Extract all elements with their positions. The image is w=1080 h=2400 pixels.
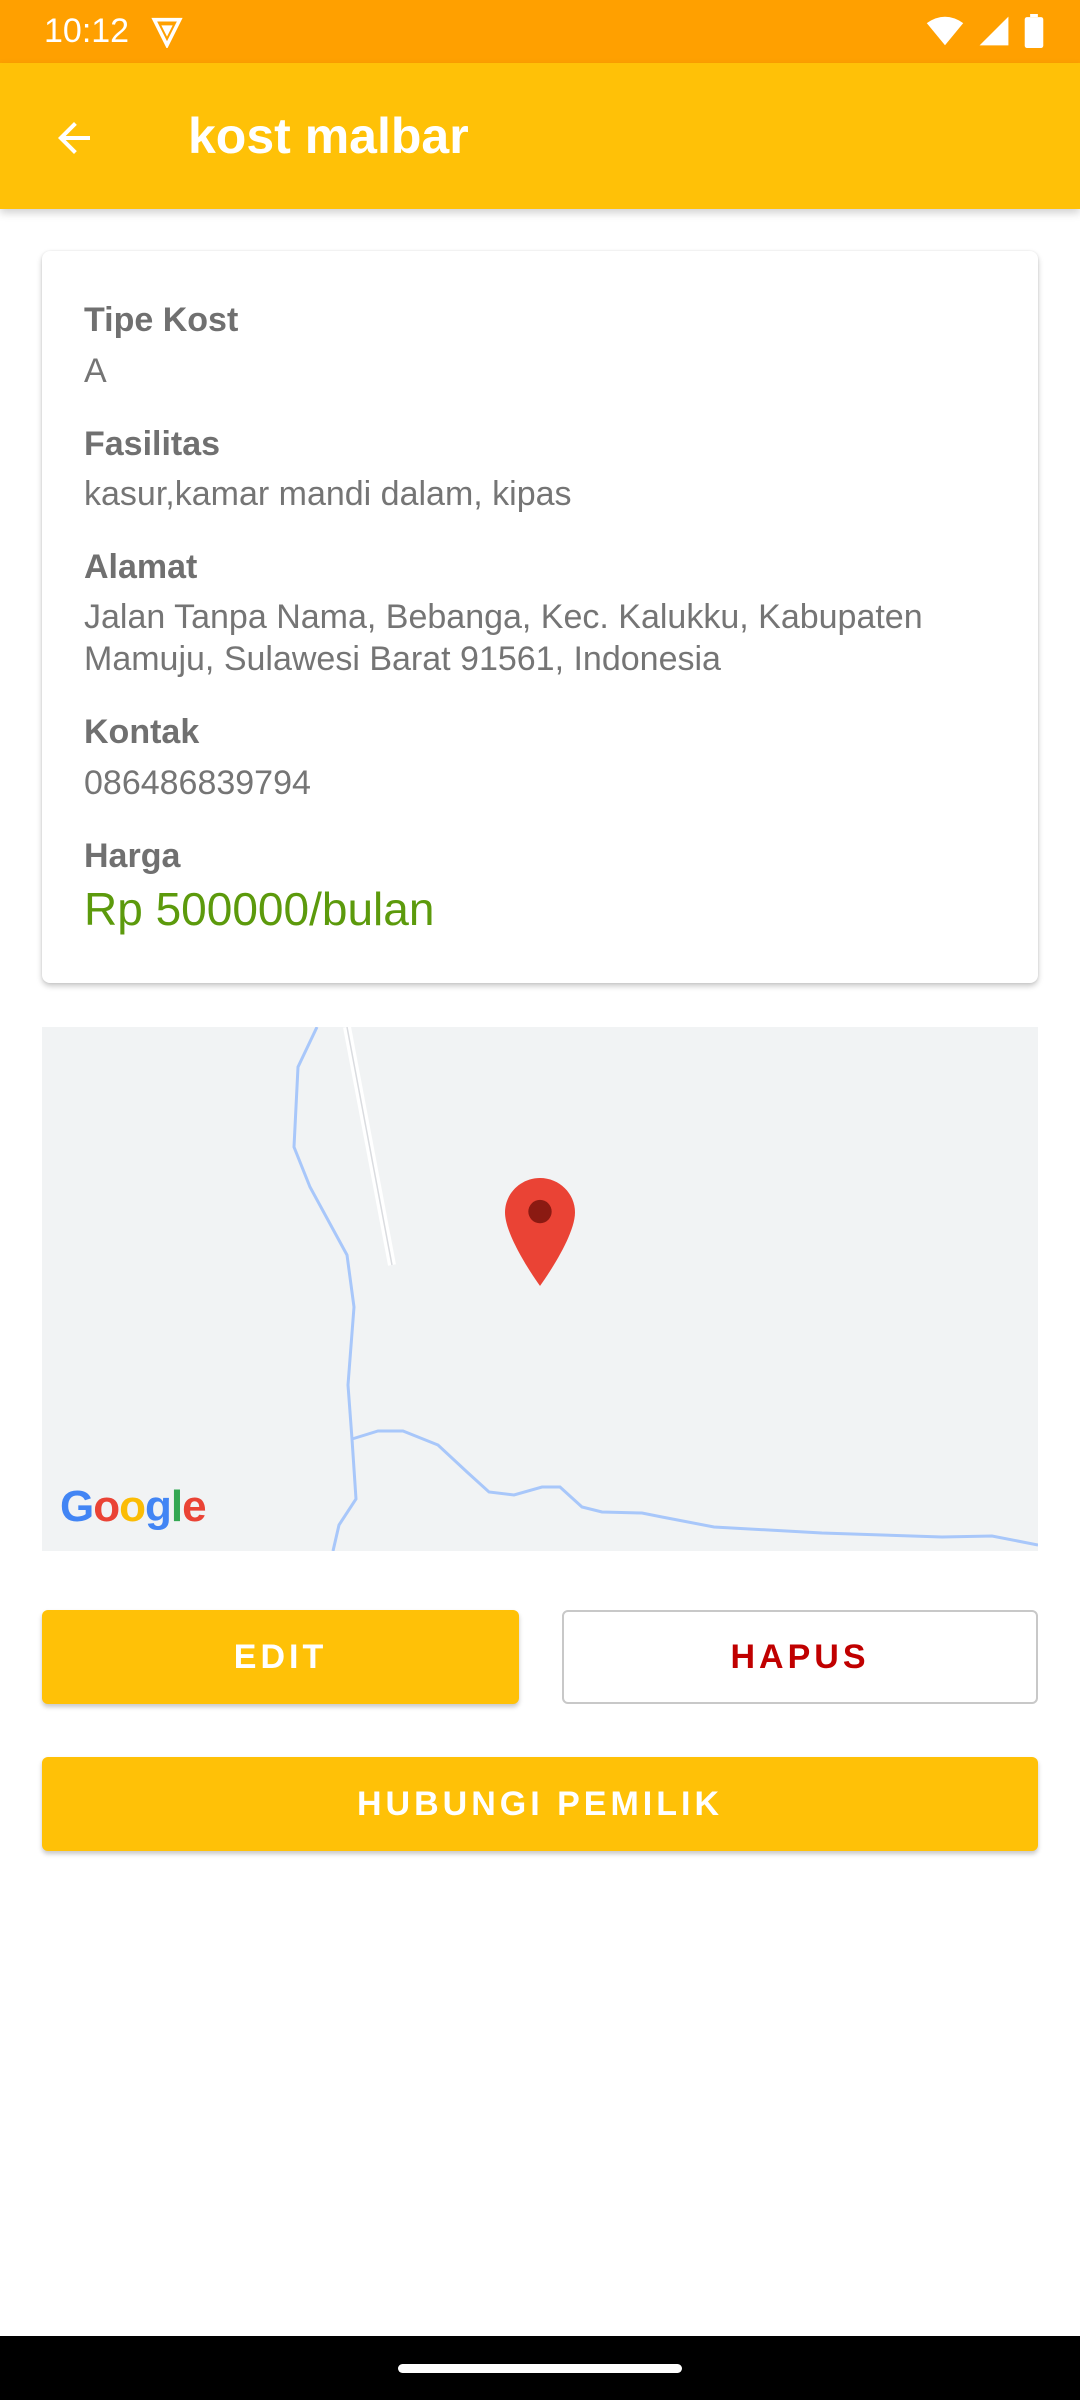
tipe-kost-value: A — [84, 352, 107, 390]
fasilitas-value: kasur,kamar mandi dalam, kipas — [84, 475, 572, 513]
map-view[interactable]: Google — [42, 1027, 1038, 1551]
home-gesture-handle[interactable] — [398, 2364, 682, 2373]
harga-label: Harga — [84, 837, 181, 875]
arrow-back-icon — [58, 122, 90, 154]
kontak-label: Kontak — [84, 713, 200, 751]
map-river — [292, 1027, 358, 1551]
kontak-value: 086486839794 — [84, 764, 311, 802]
delete-button[interactable]: HAPUS — [562, 1610, 1038, 1704]
navigation-bar — [0, 2336, 1080, 2400]
fasilitas-label: Fasilitas — [84, 425, 221, 463]
google-logo: Google — [60, 1482, 207, 1531]
status-time: 10:12 — [44, 12, 130, 50]
map-stream — [351, 1429, 1038, 1547]
detail-card: Tipe Kost A Fasilitas kasur,kamar mandi … — [42, 251, 1038, 983]
back-button[interactable] — [32, 101, 116, 175]
wifi-icon — [926, 16, 964, 46]
status-icons — [926, 12, 1044, 50]
map-canvas — [292, 1027, 1038, 1551]
harga-value: Rp 500000/bulan — [84, 883, 435, 935]
page-title: kost malbar — [188, 108, 469, 164]
battery-icon — [1024, 14, 1044, 48]
edit-button[interactable]: EDIT — [42, 1610, 519, 1704]
alamat-label: Alamat — [84, 548, 198, 586]
shield-icon — [151, 17, 183, 48]
status-bar: 10:12 — [0, 0, 1080, 63]
contact-owner-button[interactable]: HUBUNGI PEMILIK — [42, 1757, 1038, 1851]
cell-signal-icon — [979, 16, 1009, 46]
app-bar: kost malbar — [0, 63, 1080, 209]
tipe-kost-label: Tipe Kost — [84, 301, 239, 339]
alamat-value: Jalan Tanpa Nama, Bebanga, Kec. Kalukku,… — [84, 598, 923, 678]
map-pin-icon[interactable] — [505, 1178, 575, 1286]
